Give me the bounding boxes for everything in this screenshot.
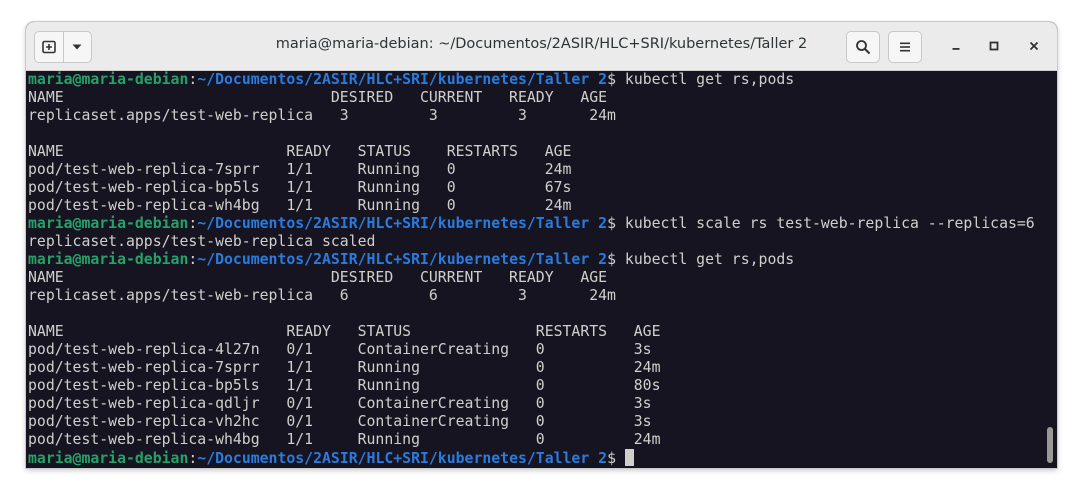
prompt-line: maria@maria-debian:~/Documentos/2ASIR/HL… <box>28 71 1035 89</box>
command-text: kubectl get rs,pods <box>616 251 795 268</box>
scrollbar[interactable] <box>1047 427 1053 463</box>
prompt-path: ~/Documentos/2ASIR/HLC+SRI/kubernetes/Ta… <box>197 215 608 232</box>
prompt-path: ~/Documentos/2ASIR/HLC+SRI/kubernetes/Ta… <box>197 251 608 268</box>
command-text: kubectl get rs,pods <box>616 71 795 88</box>
maximize-icon <box>989 41 999 51</box>
titlebar: maria@maria-debian: ~/Documentos/2ASIR/H… <box>26 22 1057 71</box>
minimize-icon <box>952 48 960 50</box>
output-line: pod/test-web-replica-qdljr 0/1 Container… <box>28 395 652 412</box>
prompt-line: maria@maria-debian:~/Documentos/2ASIR/HL… <box>28 215 1035 233</box>
prompt-symbol: $ <box>607 450 616 467</box>
prompt-symbol: $ <box>607 215 616 232</box>
terminal-window: maria@maria-debian: ~/Documentos/2ASIR/H… <box>26 22 1057 468</box>
prompt-path: ~/Documentos/2ASIR/HLC+SRI/kubernetes/Ta… <box>197 71 608 88</box>
search-button[interactable] <box>846 31 880 63</box>
command-text <box>616 450 625 467</box>
prompt-line: maria@maria-debian:~/Documentos/2ASIR/HL… <box>28 449 1035 467</box>
prompt-user: maria@maria-debian <box>28 251 189 268</box>
prompt-line: maria@maria-debian:~/Documentos/2ASIR/HL… <box>28 251 1035 269</box>
chevron-down-icon <box>72 44 82 50</box>
prompt-separator: : <box>188 71 198 88</box>
prompt-symbol: $ <box>607 251 616 268</box>
output-line: pod/test-web-replica-7sprr 1/1 Running 0… <box>28 161 572 178</box>
new-tab-icon <box>41 40 56 54</box>
text-cursor <box>624 449 634 466</box>
minimize-button[interactable] <box>944 34 968 58</box>
close-icon <box>1029 41 1039 51</box>
prompt-user: maria@maria-debian <box>28 71 189 88</box>
output-line: replicaset.apps/test-web-replica 3 3 3 2… <box>28 107 616 124</box>
prompt-user: maria@maria-debian <box>28 215 189 232</box>
prompt-separator: : <box>188 450 198 467</box>
new-tab-button[interactable] <box>35 32 63 62</box>
output-line: NAME DESIRED CURRENT READY AGE <box>28 89 608 106</box>
prompt-user: maria@maria-debian <box>28 450 189 467</box>
output-line: pod/test-web-replica-4l27n 0/1 Container… <box>28 341 652 358</box>
terminal-output: maria@maria-debian:~/Documentos/2ASIR/HL… <box>28 71 1035 467</box>
main-menu-button[interactable] <box>888 31 922 63</box>
output-line: replicaset.apps/test-web-replica scaled <box>28 233 376 250</box>
prompt-separator: : <box>188 251 198 268</box>
output-line: NAME READY STATUS RESTARTS AGE <box>28 323 661 340</box>
output-line: pod/test-web-replica-wh4bg 1/1 Running 0… <box>28 197 572 214</box>
hamburger-menu-icon <box>900 42 910 52</box>
close-button[interactable] <box>1022 34 1046 58</box>
window-title: maria@maria-debian: ~/Documentos/2ASIR/H… <box>275 36 808 52</box>
output-line: pod/test-web-replica-bp5ls 1/1 Running 0… <box>28 179 572 196</box>
output-line: NAME READY STATUS RESTARTS AGE <box>28 143 572 160</box>
terminal-area[interactable]: maria@maria-debian:~/Documentos/2ASIR/HL… <box>26 71 1057 468</box>
prompt-path: ~/Documentos/2ASIR/HLC+SRI/kubernetes/Ta… <box>197 450 608 467</box>
output-line: replicaset.apps/test-web-replica 6 6 3 2… <box>28 287 616 304</box>
output-line: pod/test-web-replica-7sprr 1/1 Running 0… <box>28 359 661 376</box>
prompt-symbol: $ <box>607 71 616 88</box>
output-line: NAME DESIRED CURRENT READY AGE <box>28 269 608 286</box>
new-tab-button-group <box>34 31 92 63</box>
search-icon <box>856 40 871 55</box>
output-line: pod/test-web-replica-vh2hc 0/1 Container… <box>28 413 652 430</box>
command-text: kubectl scale rs test-web-replica --repl… <box>616 215 1035 232</box>
tab-menu-button[interactable] <box>62 32 92 62</box>
prompt-separator: : <box>188 215 198 232</box>
output-line: pod/test-web-replica-wh4bg 1/1 Running 0… <box>28 431 661 448</box>
maximize-button[interactable] <box>982 34 1006 58</box>
output-line: pod/test-web-replica-bp5ls 1/1 Running 0… <box>28 377 661 394</box>
